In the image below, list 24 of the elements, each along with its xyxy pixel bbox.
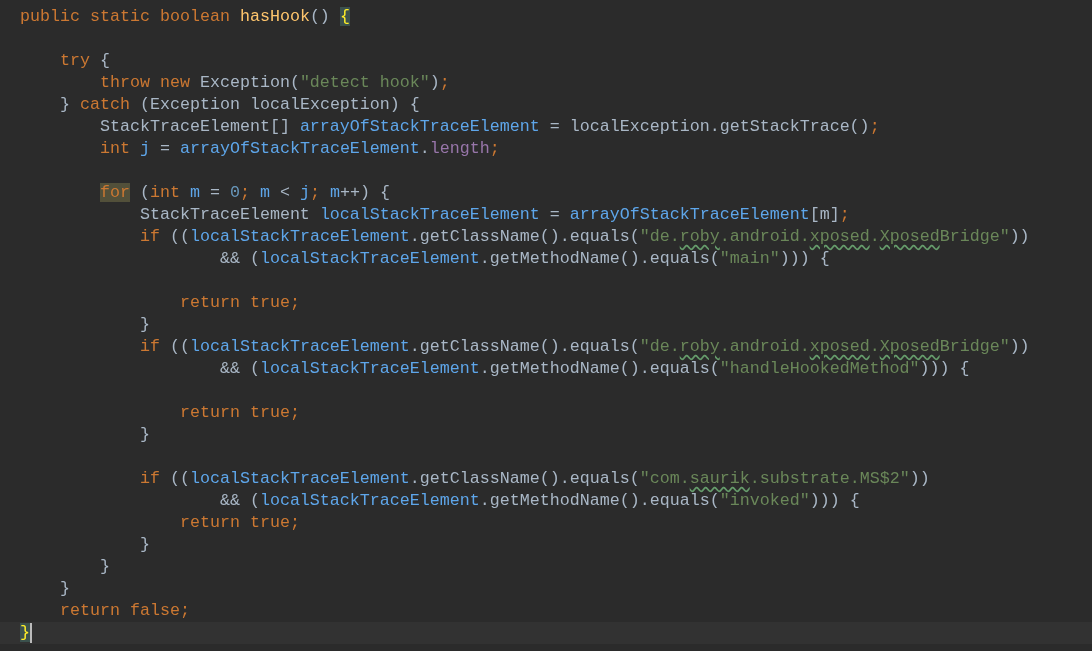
code-line: && (localStackTraceElement.getMethodName().equals("main"))) { [218, 248, 830, 270]
code-line: throw new Exception("detect hook"); [98, 72, 450, 94]
text-caret [30, 623, 32, 643]
code-line: } [138, 424, 150, 446]
code-line: if ((localStackTraceElement.getClassName().equals("de.roby.android.xposed.XposedBridge")) [138, 226, 1030, 248]
code-line: StackTraceElement localStackTraceElement = arrayOfStackTraceElement[m]; [138, 204, 850, 226]
code-line: } [138, 534, 150, 556]
code-line: } [138, 314, 150, 336]
code-line: return true; [178, 292, 300, 314]
code-line: if ((localStackTraceElement.getClassName().equals("de.roby.android.xposed.XposedBridge")) [138, 336, 1030, 358]
code-line: && (localStackTraceElement.getMethodName().equals("invoked"))) { [218, 490, 860, 512]
code-line: } [58, 578, 70, 600]
code-line: public static boolean hasHook() { [20, 6, 350, 28]
code-line: int j = arrayOfStackTraceElement.length; [98, 138, 500, 160]
code-line: try { [58, 50, 110, 72]
code-line: for (int m = 0; m < j; m++) { [98, 182, 390, 204]
code-line: StackTraceElement[] arrayOfStackTraceElement = localException.getStackTrace(); [98, 116, 880, 138]
code-line: } catch (Exception localException) { [58, 94, 420, 116]
code-line: if ((localStackTraceElement.getClassName().equals("com.saurik.substrate.MS$2")) [138, 468, 930, 490]
code-line: } [98, 556, 110, 578]
code-line: return false; [58, 600, 190, 622]
code-line: return true; [178, 402, 300, 424]
code-line: && (localStackTraceElement.getMethodName().equals("handleHookedMethod"))) { [218, 358, 970, 380]
code-line: return true; [178, 512, 300, 534]
